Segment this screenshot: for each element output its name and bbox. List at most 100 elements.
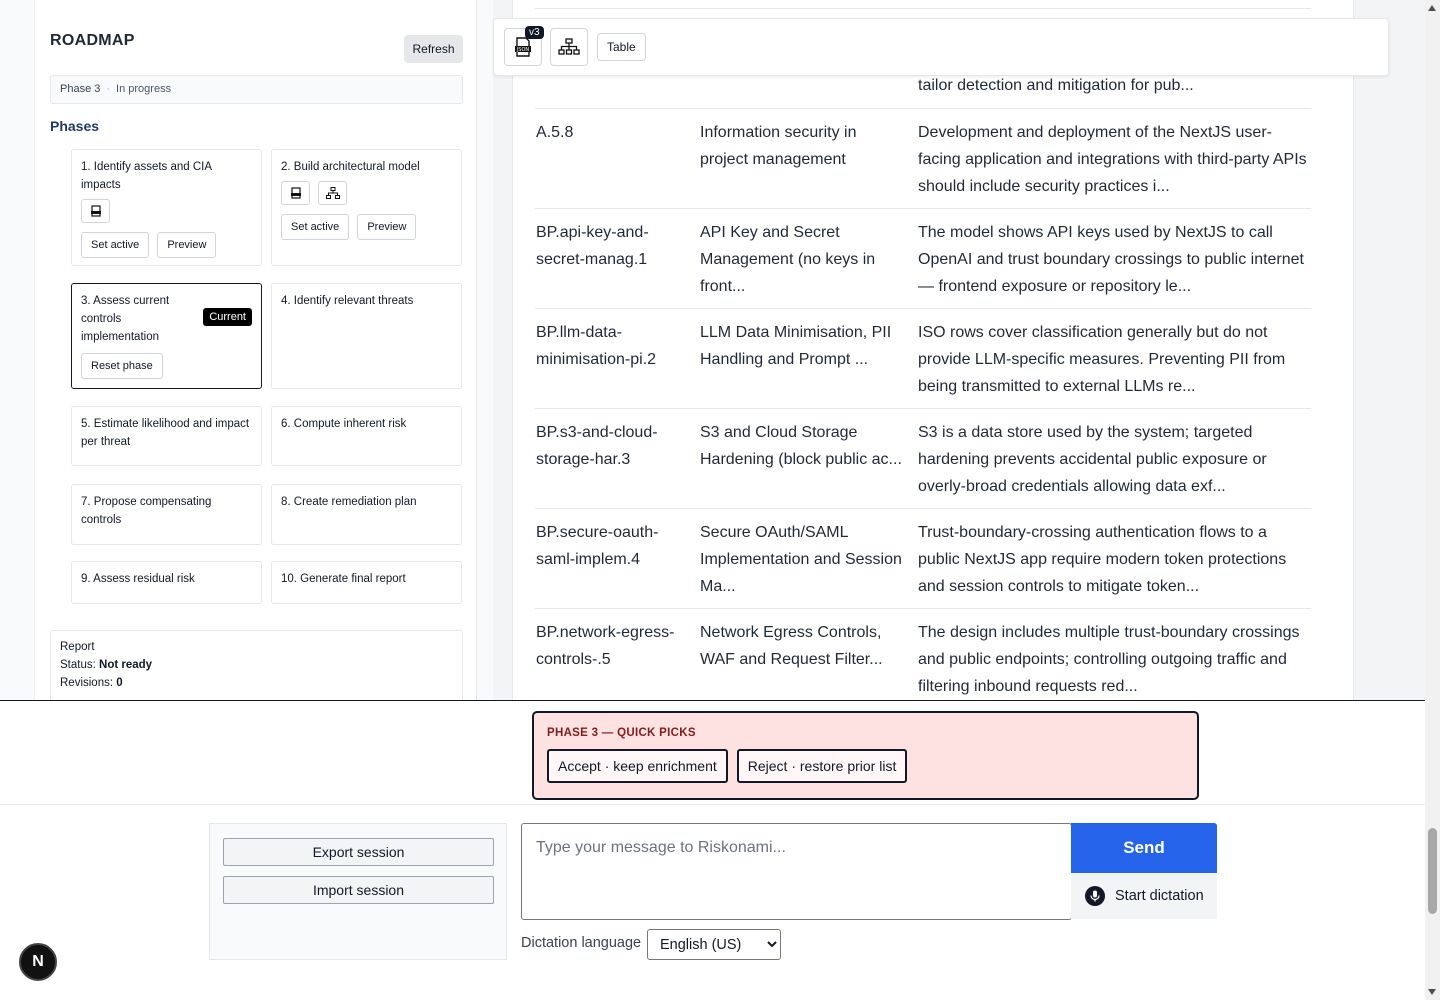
page-scrollbar[interactable] [1425, 0, 1440, 1000]
report-revisions-value: 0 [116, 677, 123, 689]
phase-card-7: 7. Propose compensating controls [71, 484, 262, 545]
control-name-cell: Secure OAuth/SAML Implementation and Ses… [700, 524, 902, 595]
control-id-cell: BP.s3-and-cloud-storage-har.3 [536, 424, 658, 468]
phase-card-2: 2. Build architectural model Set active … [271, 149, 462, 266]
control-id-cell: A.5.8 [536, 124, 574, 141]
dictation-label: Start dictation [1115, 888, 1204, 904]
dictation-language-select[interactable]: English (US) [647, 929, 781, 960]
quick-picks-panel: PHASE 3 — QUICK PICKS Accept · keep enri… [532, 711, 1199, 800]
preview-button[interactable]: Preview [357, 214, 417, 240]
report-status: Status: Not ready [60, 659, 453, 671]
phase-title: 10. Generate final report [281, 573, 406, 585]
phase-status-bar: Phase 3 · In progress [50, 75, 463, 104]
json-doc-icon[interactable] [281, 181, 310, 205]
json-doc-icon[interactable] [81, 199, 110, 223]
start-dictation-button[interactable]: Start dictation [1071, 873, 1217, 919]
set-active-button[interactable]: Set active [81, 232, 150, 258]
roadmap-title: ROADMAP [50, 32, 135, 49]
microphone-icon [1085, 886, 1105, 906]
control-name-cell: Information security in project manageme… [700, 124, 857, 168]
separator-dot: · [106, 83, 111, 95]
report-status-label: Status: [60, 659, 96, 671]
phase-title: 3. Assess current controls implementatio… [81, 295, 170, 343]
control-rationale-cell: The design includes multiple trust-bound… [918, 624, 1300, 695]
report-title: Report [60, 641, 95, 653]
controls-table-document: tailor detection and mitigation for pub.… [512, 0, 1354, 701]
phase-card-10: 10. Generate final report [271, 561, 462, 604]
control-rationale-cell: ISO rows cover classification generally … [918, 324, 1286, 395]
phases-heading: Phases [50, 118, 100, 134]
control-rationale-cell: Development and deployment of the NextJS… [918, 124, 1307, 195]
table-row: BP.llm-data-minimisation-pi.2 LLM Data Mi… [535, 308, 1311, 408]
app-page: ROADMAP Refresh Phase 3 · In progress Phas… [0, 0, 1440, 1000]
scroll-up-arrow-icon[interactable] [1428, 5, 1436, 11]
phase-card-4: 4. Identify relevant threats [271, 283, 462, 389]
table-view-button[interactable]: Table [597, 33, 646, 61]
phase-artifacts [81, 199, 252, 223]
message-input[interactable] [521, 823, 1072, 920]
diagram-icon[interactable] [318, 181, 347, 205]
svg-text:JSON: JSON [516, 47, 530, 53]
table-row: BP.api-key-and-secret-manag.1 API Key and… [535, 208, 1311, 308]
control-id-cell: BP.network-egress-controls-.5 [536, 624, 675, 668]
quick-picks-actions: Accept · keep enrichment Reject · restor… [547, 749, 1184, 783]
control-name-cell: Network Egress Controls, WAF and Request… [700, 624, 883, 668]
control-name-cell: API Key and Secret Management (no keys i… [700, 224, 876, 295]
phase-title: 6. Compute inherent risk [281, 418, 407, 430]
send-button[interactable]: Send [1071, 823, 1217, 873]
phase-status-text: In progress [116, 83, 172, 95]
preview-button[interactable]: Preview [157, 232, 217, 258]
table-row: BP.secure-oauth-saml-implem.4 Secure OAut… [535, 508, 1311, 608]
reject-restore-button[interactable]: Reject · restore prior list [736, 749, 908, 783]
scrollbar-thumb[interactable] [1428, 828, 1437, 914]
table-row: A.5.8 Information security in project man… [535, 108, 1311, 208]
phase-card-1: 1. Identify assets and CIA impacts Set a… [71, 149, 262, 266]
control-rationale-cell: Trust-boundary-crossing authentication f… [918, 524, 1287, 595]
architecture-diagram-icon[interactable] [550, 28, 588, 66]
reset-phase-button[interactable]: Reset phase [81, 353, 163, 379]
phase-card-6: 6. Compute inherent risk [271, 406, 462, 466]
phase-title: 5. Estimate likelihood and impact per th… [81, 418, 250, 448]
current-badge: Current [203, 308, 252, 326]
table-divider [535, 8, 1311, 9]
phase-card-8: 8. Create remediation plan [271, 484, 462, 545]
quick-picks-title: PHASE 3 — QUICK PICKS [547, 727, 696, 739]
current-phase-label: Phase 3 [60, 83, 101, 95]
accept-enrichment-button[interactable]: Accept · keep enrichment [547, 749, 728, 783]
dev-tools-badge[interactable]: N [19, 943, 57, 981]
phase-artifacts [281, 181, 452, 205]
phase-title: 7. Propose compensating controls [81, 496, 212, 526]
phase-card-5: 5. Estimate likelihood and impact per th… [71, 406, 262, 466]
phase-actions: Reset phase [81, 353, 252, 379]
phase-card-3: 3. Assess current controls implementatio… [71, 283, 262, 389]
phase-title: 9. Assess residual risk [81, 573, 195, 585]
dictation-language-label: Dictation language [521, 935, 642, 951]
control-id-cell: BP.api-key-and-secret-manag.1 [536, 224, 649, 268]
control-rationale-cell: S3 is a data store used by the system; t… [918, 424, 1267, 495]
report-summary: Report Status: Not ready Revisions: 0 [50, 630, 463, 701]
report-status-value: Not ready [99, 659, 153, 671]
roadmap-panel: ROADMAP Refresh Phase 3 · In progress Phas… [34, 0, 477, 701]
report-revisions-label: Revisions: [60, 677, 114, 689]
phase-actions: Set active Preview [81, 232, 252, 258]
import-session-button[interactable]: Import session [223, 876, 494, 904]
phase-actions: Set active Preview [281, 214, 452, 240]
phase-title: 1. Identify assets and CIA impacts [81, 161, 212, 191]
scroll-down-arrow-icon[interactable] [1428, 989, 1436, 995]
phase-card-9: 9. Assess residual risk [71, 561, 262, 604]
section-divider [0, 700, 1425, 701]
phase-title: 2. Build architectural model [281, 161, 420, 173]
preview-toolbar: JSON Table [493, 18, 1389, 76]
refresh-button[interactable]: Refresh [404, 35, 463, 63]
session-controls: Export session Import session [209, 823, 507, 960]
control-name-cell: S3 and Cloud Storage Hardening (block pu… [700, 424, 902, 468]
table-cell-partial: tailor detection and mitigation for pub.… [918, 77, 1194, 94]
phase-title: 8. Create remediation plan [281, 496, 417, 508]
control-id-cell: BP.secure-oauth-saml-implem.4 [536, 524, 659, 568]
table-row: BP.network-egress-controls-.5 Network Egr… [535, 608, 1311, 701]
control-rationale-cell: The model shows API keys used by NextJS … [918, 224, 1304, 295]
export-session-button[interactable]: Export session [223, 838, 494, 866]
report-revisions: Revisions: 0 [60, 677, 453, 689]
control-name-cell: LLM Data Minimisation, PII Handling and … [700, 324, 892, 368]
set-active-button[interactable]: Set active [281, 214, 350, 240]
